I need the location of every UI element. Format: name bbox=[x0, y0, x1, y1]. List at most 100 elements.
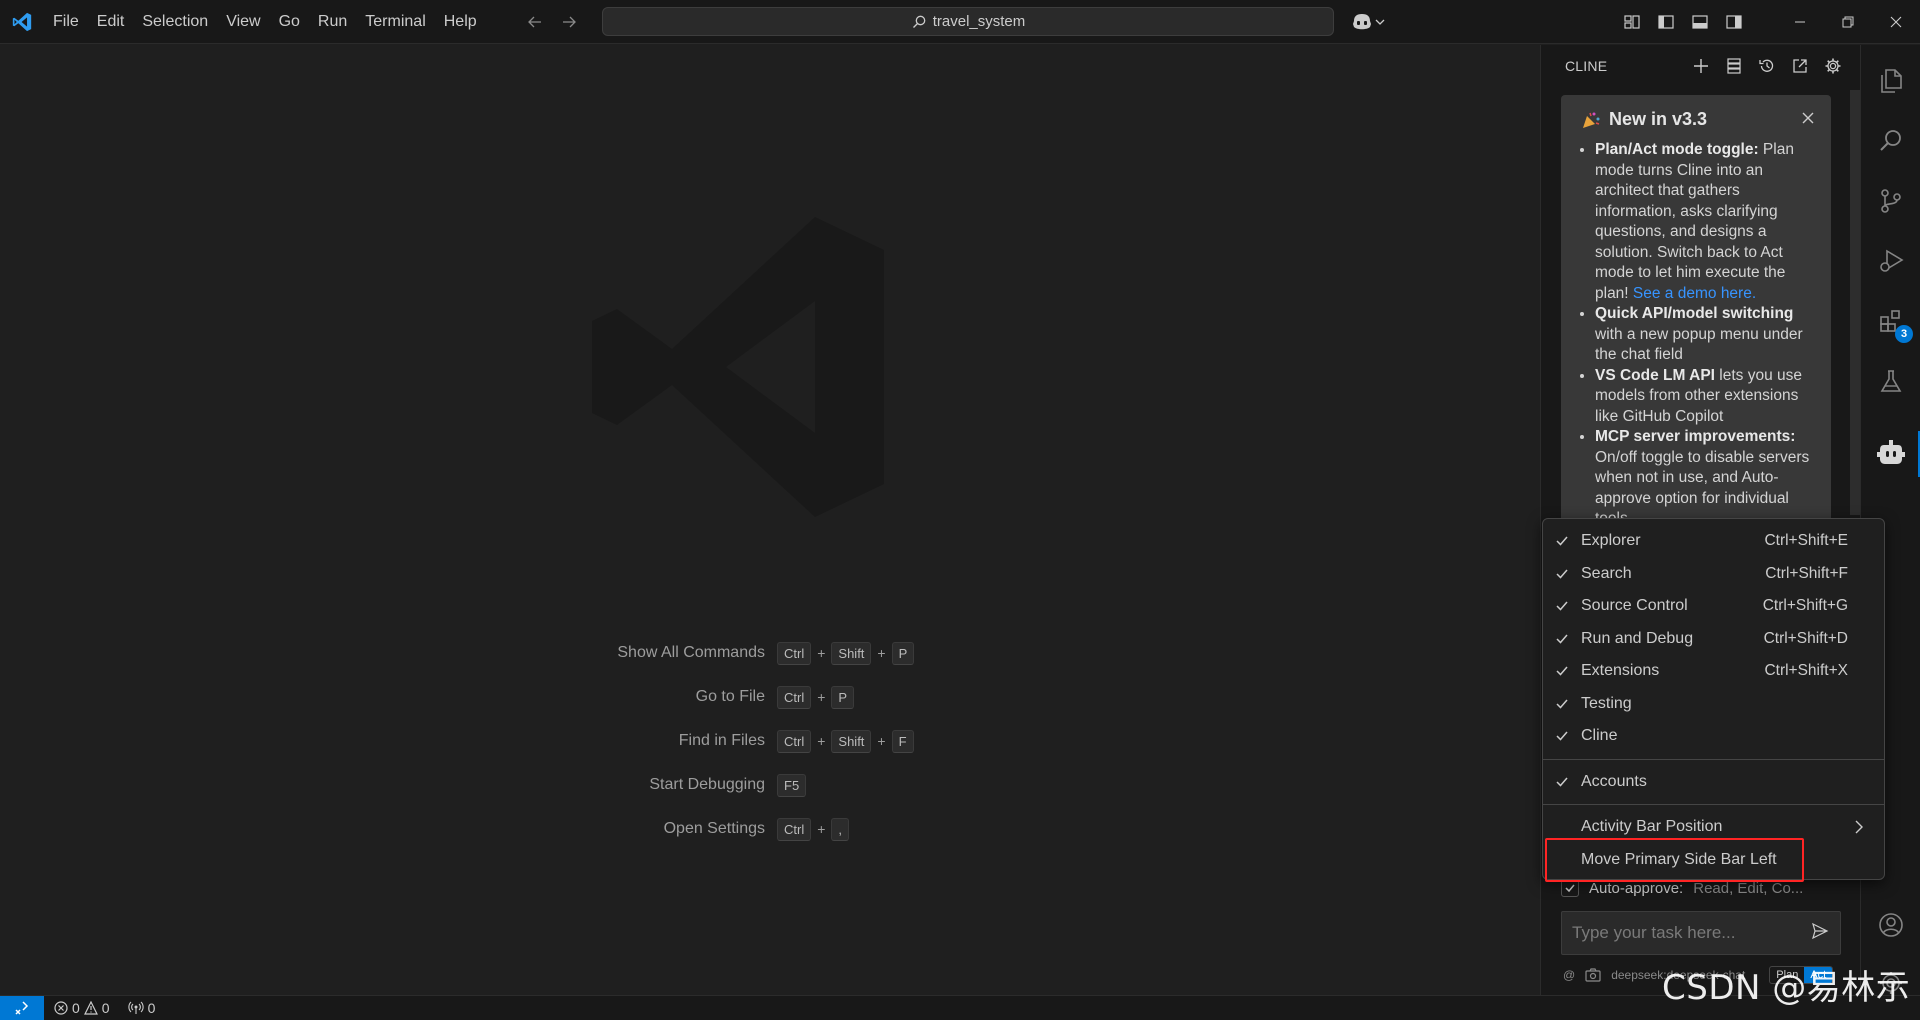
welcome-shortcuts: Show All Commands Ctrl + Shift + P Go to F… bbox=[520, 641, 915, 861]
demo-link[interactable]: See a demo here. bbox=[1633, 285, 1756, 302]
error-count: 0 bbox=[72, 1000, 80, 1016]
menu-item-accounts[interactable]: Accounts bbox=[1543, 766, 1884, 799]
accounts-icon[interactable] bbox=[1861, 897, 1920, 953]
menu-view[interactable]: View bbox=[217, 7, 269, 37]
customize-layout-icon[interactable] bbox=[1618, 8, 1646, 36]
key-separator: + bbox=[817, 821, 826, 837]
menu-item-source-control[interactable]: Source Control Ctrl+Shift+G bbox=[1543, 590, 1884, 623]
menu-separator bbox=[1543, 804, 1884, 805]
menu-item-cline[interactable]: Cline bbox=[1543, 720, 1884, 753]
menu-item-label: Activity Bar Position bbox=[1581, 818, 1723, 836]
camera-icon[interactable] bbox=[1585, 968, 1601, 982]
check-icon bbox=[1543, 599, 1581, 613]
settings-gear-icon[interactable] bbox=[1820, 53, 1846, 79]
menu-terminal[interactable]: Terminal bbox=[356, 7, 434, 37]
warning-count: 0 bbox=[101, 1000, 110, 1016]
copilot-icon bbox=[1351, 13, 1373, 31]
menu-item-label: Testing bbox=[1581, 694, 1632, 712]
key: P bbox=[831, 685, 855, 709]
menu-item-run-and-debug[interactable]: Run and Debug Ctrl+Shift+D bbox=[1543, 623, 1884, 656]
close-window-icon[interactable] bbox=[1872, 0, 1920, 44]
menu-selection[interactable]: Selection bbox=[133, 7, 217, 37]
testing-flask-icon[interactable] bbox=[1861, 353, 1920, 409]
new-task-plus-icon[interactable] bbox=[1688, 53, 1714, 79]
shortcut-find-in-files: Find in Files Ctrl + Shift + F bbox=[520, 729, 914, 753]
menu-item-testing[interactable]: Testing bbox=[1543, 688, 1884, 721]
announcement-card: New in v3.3 Plan/Act mode toggle: Plan m… bbox=[1561, 95, 1831, 525]
menu-item-shortcut: Ctrl+Shift+G bbox=[1762, 597, 1848, 615]
panel-scrollbar[interactable] bbox=[1850, 90, 1860, 515]
menu-item-search[interactable]: Search Ctrl+Shift+F bbox=[1543, 558, 1884, 591]
minimize-icon[interactable] bbox=[1776, 0, 1824, 44]
search-icon[interactable] bbox=[1861, 113, 1920, 169]
layout-controls bbox=[1618, 8, 1748, 36]
warning-icon bbox=[83, 1001, 98, 1015]
run-debug-icon[interactable] bbox=[1861, 233, 1920, 289]
error-icon bbox=[54, 1001, 68, 1015]
key: Shift bbox=[831, 641, 872, 665]
forward-arrow-icon[interactable] bbox=[556, 9, 582, 35]
menu-file[interactable]: File bbox=[44, 7, 88, 37]
menu-go[interactable]: Go bbox=[270, 7, 309, 37]
check-icon bbox=[1543, 664, 1581, 678]
shortcut-label: Show All Commands bbox=[617, 644, 765, 661]
copilot-menu-button[interactable] bbox=[1346, 8, 1390, 36]
key: Ctrl bbox=[777, 641, 812, 665]
vscode-watermark-icon bbox=[592, 217, 962, 517]
shortcut-start-debugging: Start Debugging F5 bbox=[520, 773, 914, 797]
open-in-editor-icon[interactable] bbox=[1787, 53, 1813, 79]
menu-edit[interactable]: Edit bbox=[88, 7, 134, 37]
key-separator: + bbox=[817, 645, 826, 661]
menu-run[interactable]: Run bbox=[309, 7, 356, 37]
editor-area[interactable]: Show All Commands Ctrl + Shift + P Go to F… bbox=[0, 45, 1540, 995]
mcp-servers-icon[interactable] bbox=[1721, 53, 1747, 79]
key: Shift bbox=[831, 729, 872, 753]
workspace-name: travel_system bbox=[932, 13, 1026, 30]
explorer-icon[interactable] bbox=[1861, 53, 1920, 109]
problems-status[interactable]: 0 0 bbox=[54, 1000, 110, 1016]
ports-status[interactable]: 0 bbox=[127, 1000, 155, 1016]
shortcut-label: Go to File bbox=[695, 688, 765, 705]
key: Ctrl bbox=[777, 817, 812, 841]
history-icon[interactable] bbox=[1754, 53, 1780, 79]
key: , bbox=[831, 817, 850, 841]
remote-indicator-icon[interactable] bbox=[0, 995, 44, 1020]
keybinding: Ctrl + Shift + F bbox=[777, 729, 914, 753]
toggle-panel-icon[interactable] bbox=[1686, 8, 1714, 36]
send-icon[interactable] bbox=[1811, 922, 1829, 940]
panel-title: CLINE bbox=[1565, 58, 1608, 74]
list-item: Quick API/model switching with a new pop… bbox=[1595, 304, 1813, 366]
shortcut-label: Open Settings bbox=[663, 820, 765, 837]
check-icon bbox=[1543, 729, 1581, 743]
key-separator: + bbox=[817, 733, 826, 749]
key-separator: + bbox=[877, 733, 886, 749]
toggle-secondary-sidebar-icon[interactable] bbox=[1720, 8, 1748, 36]
menu-item-extensions[interactable]: Extensions Ctrl+Shift+X bbox=[1543, 655, 1884, 688]
navigation-arrows bbox=[522, 9, 582, 35]
check-icon bbox=[1543, 775, 1581, 789]
close-icon[interactable] bbox=[1797, 107, 1819, 129]
command-center-search[interactable]: travel_system bbox=[602, 7, 1334, 36]
search-icon bbox=[911, 14, 927, 30]
menu-item-shortcut: Ctrl+Shift+D bbox=[1763, 629, 1848, 647]
chevron-right-icon bbox=[1854, 820, 1864, 834]
vscode-logo-icon bbox=[0, 0, 44, 44]
shortcut-label: Start Debugging bbox=[649, 776, 765, 793]
toggle-primary-sidebar-icon[interactable] bbox=[1652, 8, 1680, 36]
menu-item-shortcut: Ctrl+Shift+X bbox=[1764, 662, 1848, 680]
menu-item-explorer[interactable]: Explorer Ctrl+Shift+E bbox=[1543, 525, 1884, 558]
extensions-icon[interactable]: 3 bbox=[1861, 293, 1920, 349]
restore-icon[interactable] bbox=[1824, 0, 1872, 44]
menu-help[interactable]: Help bbox=[435, 7, 486, 37]
menu-item-shortcut: Ctrl+Shift+E bbox=[1764, 532, 1848, 550]
cline-robot-icon[interactable] bbox=[1861, 425, 1920, 481]
check-icon bbox=[1543, 534, 1581, 548]
title-bar: File Edit Selection View Go Run Terminal… bbox=[0, 0, 1920, 44]
back-arrow-icon[interactable] bbox=[522, 9, 548, 35]
status-bar: 0 0 0 bbox=[0, 995, 1920, 1020]
task-input[interactable] bbox=[1561, 911, 1841, 955]
keybinding: F5 bbox=[777, 773, 807, 797]
source-control-icon[interactable] bbox=[1861, 173, 1920, 229]
mention-button[interactable]: @ bbox=[1563, 968, 1575, 982]
activity-bar-context-menu: Explorer Ctrl+Shift+E Search Ctrl+Shift+… bbox=[1542, 518, 1885, 880]
